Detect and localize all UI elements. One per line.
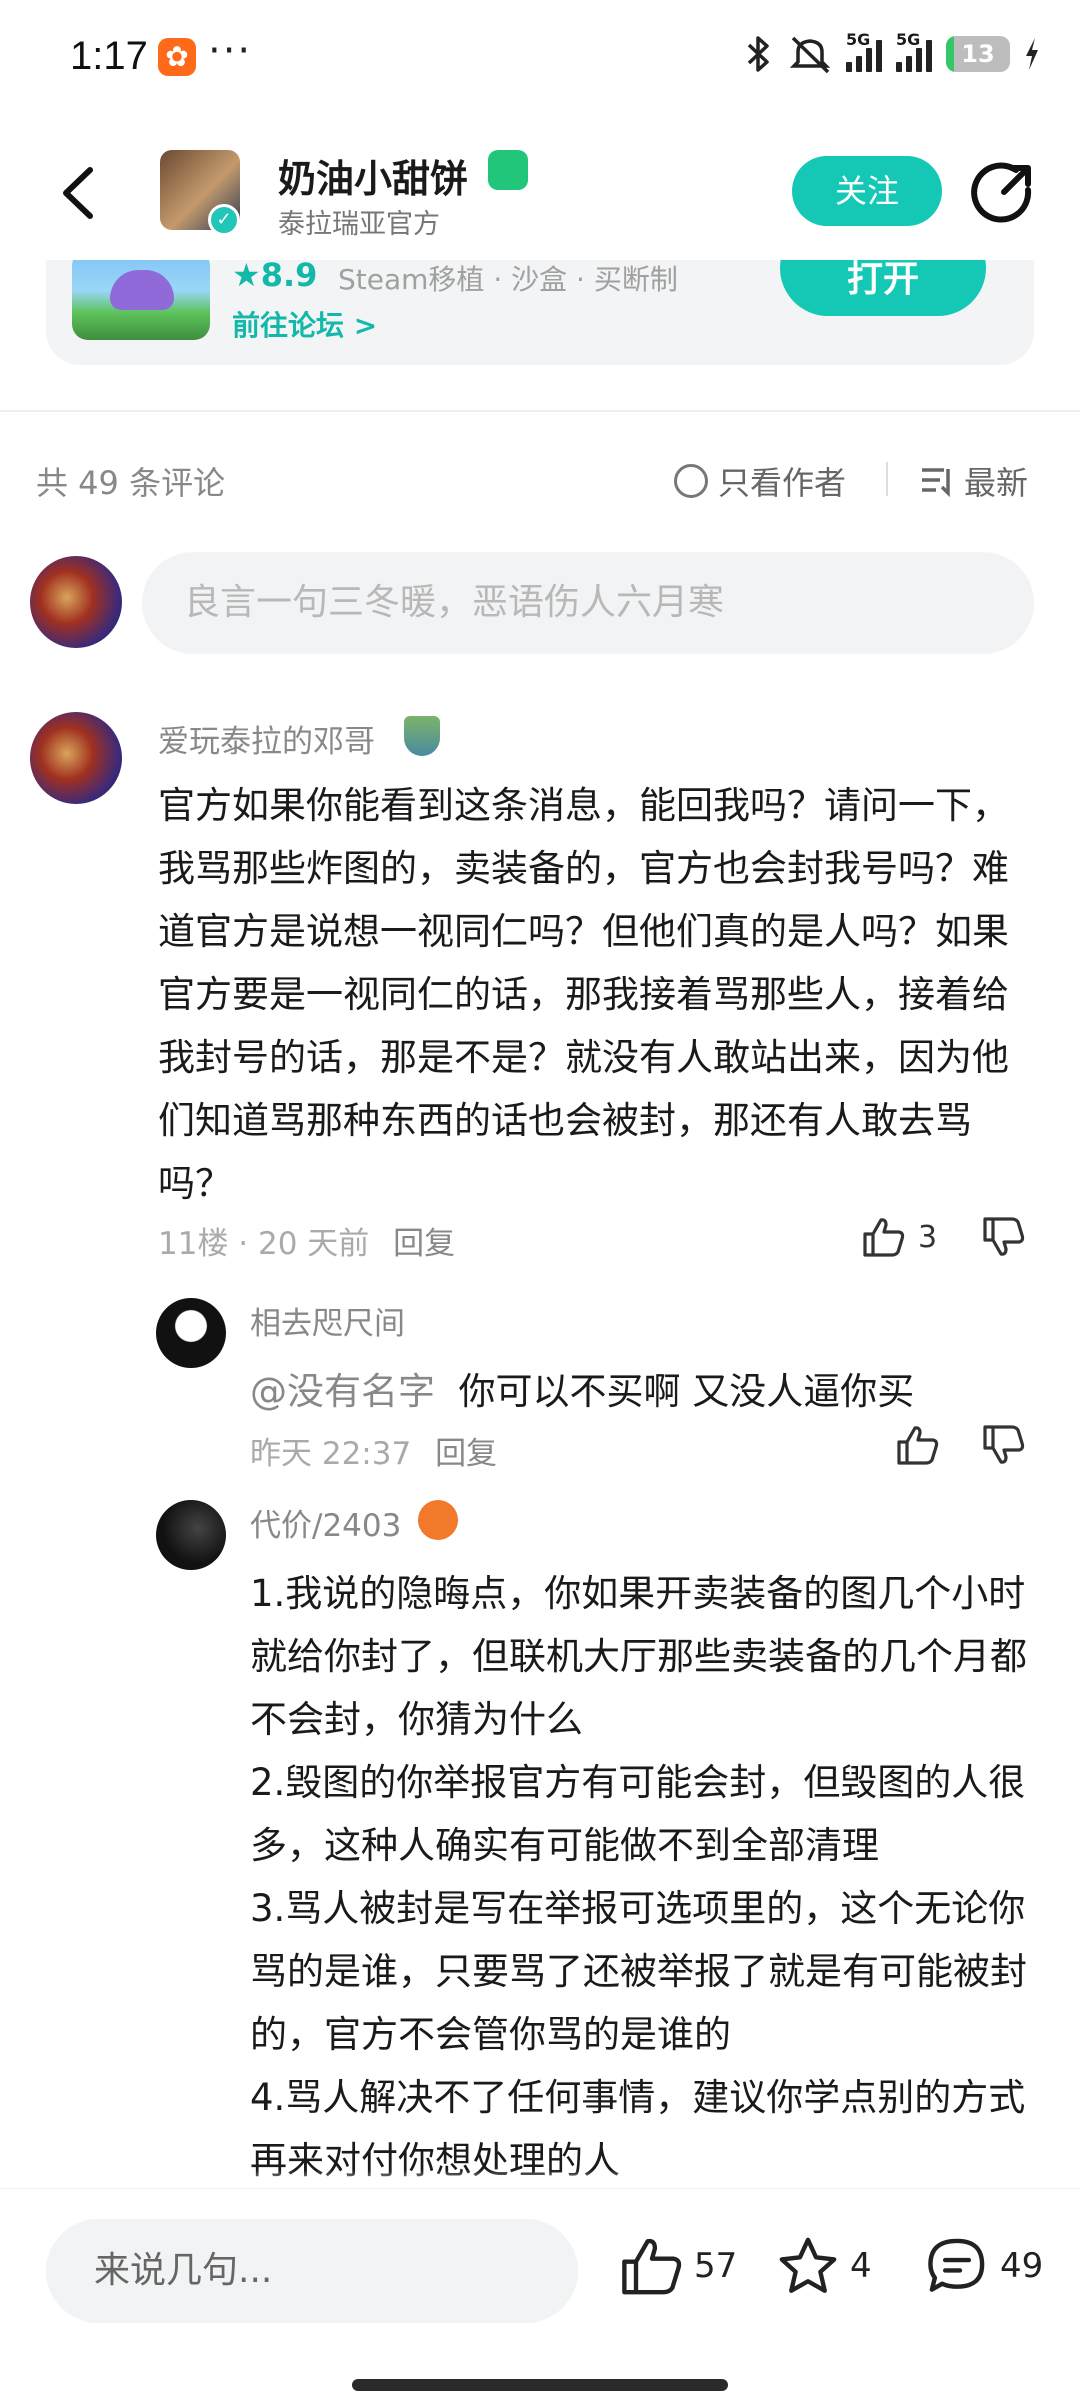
reply-thumbs-down-icon[interactable] xyxy=(982,1424,1026,1466)
share-icon[interactable] xyxy=(970,160,1036,226)
reply-item: 代价/2403 1.我说的隐晦点，你如果开卖装备的图几个小时就给你封了，但联机大… xyxy=(156,1500,1036,2182)
official-badge-icon xyxy=(488,150,528,190)
filter-separator xyxy=(886,462,888,496)
mute-icon xyxy=(789,36,831,74)
battery-level: 13 xyxy=(961,40,995,68)
star-icon xyxy=(779,2237,837,2293)
user-level-badge-icon xyxy=(404,716,440,756)
game-icon xyxy=(72,250,210,340)
sort-button[interactable]: 最新 xyxy=(920,458,1028,504)
reply-thumbs-up-icon[interactable] xyxy=(896,1424,940,1466)
reply-avatar[interactable] xyxy=(156,1500,226,1570)
commenter-avatar[interactable] xyxy=(30,712,122,804)
author-only-toggle[interactable]: 只看作者 xyxy=(674,458,846,504)
reply-meta: 昨天 22:37 回复 xyxy=(250,1428,497,1473)
game-tags: Steam移植 · 沙盒 · 买断制 xyxy=(338,263,678,296)
author-subtitle: 泰拉瑞亚官方 xyxy=(278,209,440,240)
signal-5g-icon-2: 5G xyxy=(896,30,932,72)
reply-input[interactable]: 来说几句... xyxy=(46,2219,578,2323)
bottom-fade xyxy=(0,2170,1080,2190)
reply-mention[interactable]: @没有名字 xyxy=(250,1370,435,1413)
bluetooth-icon xyxy=(747,36,769,72)
follow-button[interactable]: 关注 xyxy=(792,156,942,226)
comment-like-count: 3 xyxy=(918,1219,938,1255)
author-only-label: 只看作者 xyxy=(718,464,847,502)
section-divider xyxy=(0,410,1080,412)
reply-text: 1.我说的隐晦点，你如果开卖装备的图几个小时就给你封了，但联机大厅那些卖装备的几… xyxy=(250,1572,1027,2182)
battery-icon: 13 xyxy=(946,36,1010,72)
status-time: 1:17 xyxy=(70,34,148,78)
post-comment-count: 49 xyxy=(1000,2246,1044,2286)
post-like-button[interactable]: 57 xyxy=(620,2235,737,2297)
reply-text: @没有名字 你可以不买啊 又没人逼你买 xyxy=(250,1360,1036,1423)
charging-icon xyxy=(1026,38,1038,70)
signal-5g-icon: 5G xyxy=(846,30,882,72)
comment-reply-button[interactable]: 回复 xyxy=(393,1226,455,1262)
post-like-count: 57 xyxy=(694,2246,738,2286)
comment-input[interactable]: 良言一句三冬暖，恶语伤人六月寒 xyxy=(142,552,1034,654)
thumbs-up-icon xyxy=(863,1218,905,1257)
comment-like-button[interactable]: 3 xyxy=(862,1216,937,1258)
post-favorite-count: 4 xyxy=(850,2246,872,2286)
reply-author[interactable]: 代价/2403 xyxy=(250,1500,401,1545)
taptap-app-icon: ✿ xyxy=(158,38,196,76)
reply-avatar[interactable] xyxy=(156,1298,226,1368)
network-type-label-2: 5G xyxy=(896,30,921,49)
author-name[interactable]: 奶油小甜饼 xyxy=(278,148,468,203)
comment-meta: 11楼 · 20 天前 回复 xyxy=(158,1218,455,1263)
status-bar: 1:17 ✿ ··· 5G 5G 13 xyxy=(0,0,1080,120)
reply-item: 相去咫尺间 @没有名字 你可以不买啊 又没人逼你买 昨天 22:37 回复 xyxy=(156,1298,1036,1478)
game-rating: ★8.9 xyxy=(232,256,318,294)
sort-label: 最新 xyxy=(964,464,1029,502)
back-arrow-icon[interactable] xyxy=(52,158,112,228)
post-header: ✓ 奶油小甜饼 泰拉瑞亚官方 关注 xyxy=(0,130,1080,260)
forum-link[interactable]: 前往论坛 > xyxy=(232,304,377,344)
thumbs-up-icon xyxy=(622,2238,682,2295)
comment-text: 官方如果你能看到这条消息，能回我吗？请问一下，我骂那些炸图的，卖装备的，官方也会… xyxy=(158,784,1009,1205)
current-user-avatar xyxy=(30,556,122,648)
status-icons: 5G 5G 13 xyxy=(744,30,1040,74)
more-notifications-icon: ··· xyxy=(208,28,253,74)
comment-bubble-icon xyxy=(928,2238,985,2292)
verified-badge-icon: ✓ xyxy=(208,204,240,236)
reply-time: 昨天 22:37 xyxy=(250,1436,412,1472)
network-type-label: 5G xyxy=(846,30,871,49)
home-indicator[interactable] xyxy=(352,2379,728,2391)
sort-icon xyxy=(922,468,950,497)
thumbs-down-icon[interactable] xyxy=(982,1216,1026,1258)
comment-floor-time: 11楼 · 20 天前 xyxy=(158,1226,370,1262)
bottom-action-bar: 来说几句... 57 4 49 xyxy=(0,2188,1080,2401)
reply-reply-button[interactable]: 回复 xyxy=(435,1436,497,1472)
radio-circle-icon xyxy=(674,464,708,498)
post-comments-button[interactable]: 49 xyxy=(924,2235,1043,2297)
reply-author[interactable]: 相去咫尺间 xyxy=(250,1298,405,1343)
commenter-name[interactable]: 爱玩泰拉的邓哥 xyxy=(158,716,375,761)
comment-count: 共 49 条评论 xyxy=(36,464,226,502)
achievement-badge-icon xyxy=(418,1500,458,1540)
post-favorite-button[interactable]: 4 xyxy=(776,2235,872,2297)
reply-body: 你可以不买啊 又没人逼你买 xyxy=(458,1370,915,1413)
